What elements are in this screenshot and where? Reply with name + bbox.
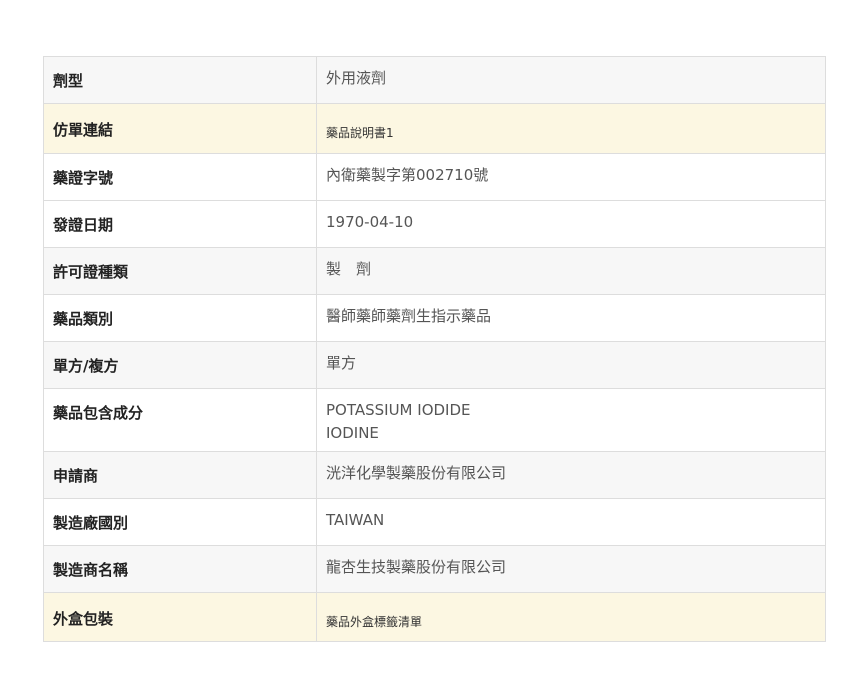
table-row-manufacturer-name: 製造商名稱 龍杏生技製藥股份有限公司	[43, 545, 826, 593]
row-value: TAIWAN	[316, 498, 826, 546]
ingredient-item: IODINE	[326, 424, 379, 442]
row-label: 藥品包含成分	[43, 388, 317, 452]
row-value: POTASSIUM IODIDE IODINE	[316, 388, 826, 452]
drug-info-table-wrapper: 劑型 外用液劑 仿單連結 藥品說明書1 藥證字號 內衛藥製字第002710號 發…	[43, 56, 826, 642]
row-value: 單方	[316, 341, 826, 389]
drug-info-table-body: 劑型 外用液劑 仿單連結 藥品說明書1 藥證字號 內衛藥製字第002710號 發…	[43, 56, 826, 642]
row-value: 外用液劑	[316, 56, 826, 104]
row-value: 藥品說明書1	[316, 103, 826, 154]
row-value: 內衛藥製字第002710號	[316, 153, 826, 201]
row-label: 外盒包裝	[43, 592, 317, 642]
row-value: 製 劑	[316, 247, 826, 295]
table-row-dosage-form: 劑型 外用液劑	[43, 56, 826, 104]
row-label: 藥品類別	[43, 294, 317, 342]
row-value: 1970-04-10	[316, 200, 826, 248]
row-label: 製造廠國別	[43, 498, 317, 546]
table-row-single-compound: 單方/複方 單方	[43, 341, 826, 389]
leaflet-link[interactable]: 藥品說明書1	[326, 126, 394, 140]
table-row-issue-date: 發證日期 1970-04-10	[43, 200, 826, 248]
table-row-license-number: 藥證字號 內衛藥製字第002710號	[43, 153, 826, 201]
drug-info-table: 劑型 外用液劑 仿單連結 藥品說明書1 藥證字號 內衛藥製字第002710號 發…	[43, 56, 826, 642]
table-row-license-type: 許可證種類 製 劑	[43, 247, 826, 295]
row-value: 洸洋化學製藥股份有限公司	[316, 451, 826, 499]
row-value: 龍杏生技製藥股份有限公司	[316, 545, 826, 593]
table-row-applicant: 申請商 洸洋化學製藥股份有限公司	[43, 451, 826, 499]
row-label: 製造商名稱	[43, 545, 317, 593]
row-label: 發證日期	[43, 200, 317, 248]
row-label: 申請商	[43, 451, 317, 499]
table-row-ingredients: 藥品包含成分 POTASSIUM IODIDE IODINE	[43, 388, 826, 452]
table-row-drug-category: 藥品類別 醫師藥師藥劑生指示藥品	[43, 294, 826, 342]
row-label: 仿單連結	[43, 103, 317, 154]
package-label-link[interactable]: 藥品外盒標籤清單	[326, 615, 422, 629]
table-row-manufacturer-country: 製造廠國別 TAIWAN	[43, 498, 826, 546]
row-value: 醫師藥師藥劑生指示藥品	[316, 294, 826, 342]
row-label: 許可證種類	[43, 247, 317, 295]
row-value: 藥品外盒標籤清單	[316, 592, 826, 642]
table-row-leaflet-link: 仿單連結 藥品說明書1	[43, 103, 826, 154]
row-label: 劑型	[43, 56, 317, 104]
ingredient-item: POTASSIUM IODIDE	[326, 401, 471, 419]
row-label: 單方/複方	[43, 341, 317, 389]
row-label: 藥證字號	[43, 153, 317, 201]
table-row-outer-package: 外盒包裝 藥品外盒標籤清單	[43, 592, 826, 642]
